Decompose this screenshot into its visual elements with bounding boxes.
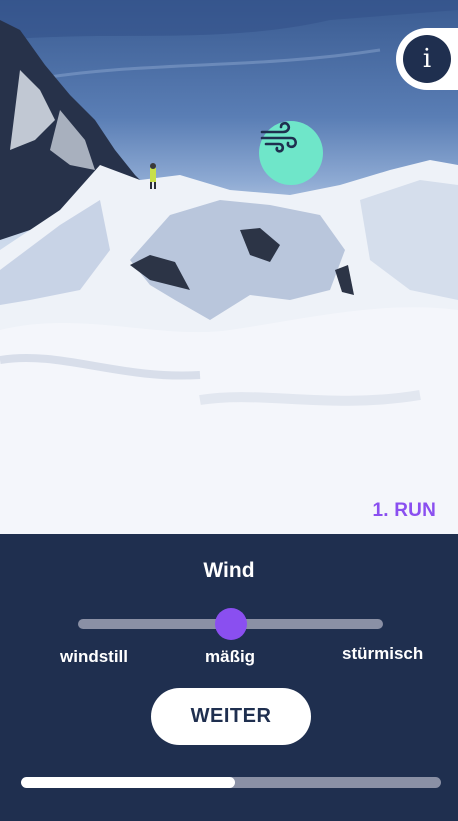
snow-mountain-image	[0, 0, 458, 534]
wind-icon	[260, 121, 297, 153]
option-label-stuermisch: stürmisch	[342, 644, 424, 663]
wind-marker[interactable]	[259, 121, 323, 185]
next-button[interactable]: WEITER	[151, 688, 311, 745]
question-panel: Wind windstill mäßig stürmisch WEITER	[0, 534, 458, 821]
wind-slider-thumb[interactable]	[214, 608, 247, 640]
info-icon: i	[403, 35, 451, 83]
question-title: Wind	[203, 559, 255, 582]
mountain-scene: i 1. RUN	[0, 0, 458, 534]
run-label: 1. RUN	[372, 500, 436, 521]
progress-fill	[21, 777, 236, 788]
option-label-windstill: windstill	[60, 647, 128, 666]
progress-bar	[21, 777, 441, 788]
info-button[interactable]: i	[396, 28, 458, 90]
option-label-maessig: mäßig	[205, 647, 256, 666]
